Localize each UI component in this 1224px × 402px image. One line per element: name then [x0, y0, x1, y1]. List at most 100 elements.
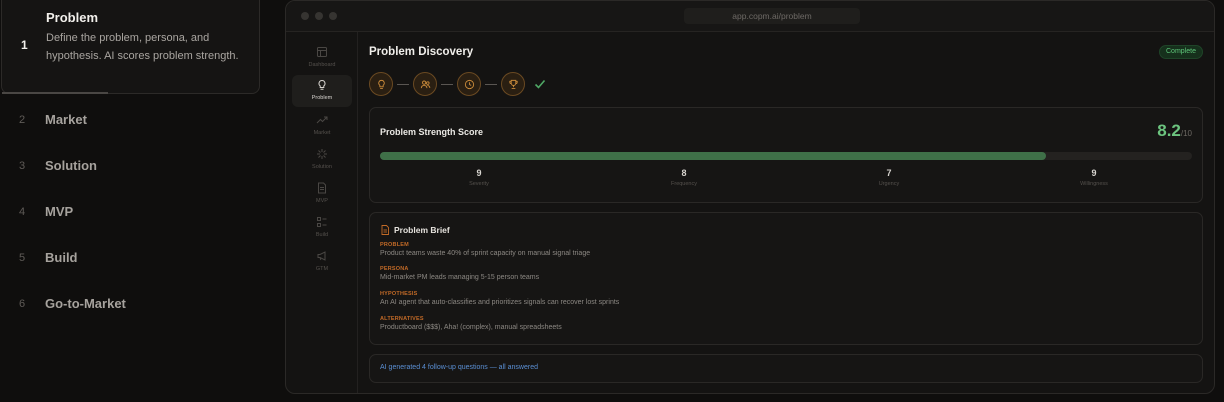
metric-label: Willingness — [1080, 181, 1108, 187]
nav-item-solution[interactable]: Solution — [292, 144, 352, 176]
metric-value: 9 — [476, 168, 482, 178]
brief-section-problem: PROBLEM Product teams waste 40% of sprin… — [380, 242, 590, 257]
stage-persona[interactable] — [413, 72, 437, 96]
stage-idea[interactable] — [369, 72, 393, 96]
dashboard-icon — [317, 47, 327, 57]
address-bar[interactable]: app.copm.ai/problem — [684, 8, 860, 24]
brief-value: Productboard ($$$), Aha! (complex), manu… — [380, 324, 562, 331]
score-number: 8.2 — [1157, 121, 1181, 140]
step-mvp[interactable]: 4 MVP — [0, 201, 262, 225]
main-content: Problem Discovery Complete Problem Stren… — [359, 32, 1214, 393]
list-icon — [317, 217, 327, 227]
nav-item-mvp[interactable]: MVP — [292, 178, 352, 210]
problem-brief-card: Problem Brief PROBLEM Product teams wast… — [369, 212, 1203, 345]
brief-key: ALTERNATIVES — [380, 316, 424, 322]
nav-label: GTM — [315, 266, 329, 272]
window-close-dot[interactable] — [301, 12, 309, 20]
ai-followup-text: AI generated 4 follow-up questions — all… — [380, 364, 538, 371]
clock-icon — [464, 79, 475, 90]
brief-key: PERSONA — [380, 266, 409, 272]
users-icon — [420, 80, 431, 89]
metric-value: 7 — [886, 168, 892, 178]
browser-titlebar: app.copm.ai/problem — [286, 1, 1214, 32]
step-market[interactable]: 2 Market — [0, 109, 262, 133]
score-bar-track — [380, 152, 1192, 160]
problem-strength-card: Problem Strength Score 8.2/10 9 Severity… — [369, 107, 1203, 203]
step-number: 1 — [21, 38, 28, 52]
stage-score[interactable] — [501, 72, 525, 96]
step-number: 5 — [19, 252, 26, 264]
nav-item-dashboard[interactable]: Dashboard — [292, 42, 352, 74]
metric-frequency: 8 Frequency — [624, 168, 744, 187]
metric-value: 8 — [681, 168, 687, 178]
brief-key: PROBLEM — [380, 242, 409, 248]
check-icon — [534, 79, 546, 89]
brief-section-hypothesis: HYPOTHESIS An AI agent that auto-classif… — [380, 291, 619, 306]
document-icon — [318, 182, 326, 194]
brief-key: HYPOTHESIS — [380, 291, 418, 297]
trophy-icon — [509, 79, 518, 89]
metric-label: Frequency — [671, 181, 697, 187]
step-label: Solution — [45, 158, 97, 173]
app-sidebar: Dashboard Problem Market Solution MVP Bu… — [286, 32, 358, 393]
step-label: Go-to-Market — [45, 296, 126, 311]
page-title: Problem Discovery — [369, 46, 474, 58]
step-list: 1 Problem Define the problem, persona, a… — [0, 0, 262, 402]
brief-value: Product teams waste 40% of sprint capaci… — [380, 250, 591, 257]
score-title: Problem Strength Score — [380, 127, 484, 137]
step-label: Build — [45, 250, 78, 265]
nav-label: Solution — [312, 164, 332, 170]
trend-icon — [316, 116, 328, 124]
step-number: 4 — [19, 206, 26, 218]
stage-timing[interactable] — [457, 72, 481, 96]
step-label: Market — [45, 112, 87, 127]
lightbulb-icon — [378, 79, 385, 89]
step-label: MVP — [45, 204, 74, 219]
metric-severity: 9 Severity — [419, 168, 539, 187]
brief-section-alternatives: ALTERNATIVES Productboard ($$$), Aha! (c… — [380, 316, 562, 331]
status-badge: Complete — [1159, 45, 1203, 59]
nav-label: MVP — [316, 198, 328, 204]
nav-item-problem[interactable]: Problem — [292, 75, 352, 107]
step-build[interactable]: 5 Build — [0, 247, 262, 271]
nav-label: Problem — [311, 95, 333, 101]
metric-label: Severity — [469, 181, 489, 187]
megaphone-icon — [317, 251, 326, 261]
step-description: Define the problem, persona, and hypothe… — [46, 32, 239, 62]
score-max: /10 — [1180, 129, 1192, 138]
nav-label: Build — [315, 232, 329, 238]
step-title: Problem — [46, 10, 99, 25]
nav-label: Dashboard — [308, 62, 336, 68]
browser-window: app.copm.ai/problem Dashboard Problem Ma… — [285, 0, 1215, 394]
metric-urgency: 7 Urgency — [829, 168, 949, 187]
step-problem[interactable]: 1 Problem Define the problem, persona, a… — [1, 0, 260, 94]
score-bar-fill — [380, 152, 1046, 160]
metric-willingness: 9 Willingness — [1034, 168, 1154, 187]
document-icon — [381, 225, 389, 235]
stage-connector — [441, 84, 453, 85]
brief-section-persona: PERSONA Mid-market PM leads managing 5-1… — [380, 266, 539, 281]
brief-value: Mid-market PM leads managing 5-15 person… — [380, 274, 540, 281]
brief-title: Problem Brief — [394, 225, 450, 235]
nav-label: Market — [313, 130, 331, 136]
stage-connector — [485, 84, 497, 85]
step-number: 3 — [19, 160, 26, 172]
window-minimize-dot[interactable] — [315, 12, 323, 20]
step-number: 2 — [19, 114, 26, 126]
step-go-to-market[interactable]: 6 Go-to-Market — [0, 293, 262, 317]
step-progress-bar — [2, 92, 108, 94]
nav-item-gtm[interactable]: GTM — [292, 246, 352, 278]
lightbulb-icon — [318, 79, 326, 90]
brief-value: An AI agent that auto-classifies and pri… — [380, 299, 620, 306]
ai-followup-card[interactable]: AI generated 4 follow-up questions — all… — [369, 354, 1203, 383]
window-maximize-dot[interactable] — [329, 12, 337, 20]
step-number: 6 — [19, 298, 26, 310]
metric-label: Urgency — [878, 181, 900, 187]
page: 1 Problem Define the problem, persona, a… — [0, 0, 1224, 402]
nav-item-build[interactable]: Build — [292, 212, 352, 244]
stage-connector — [397, 84, 409, 85]
score-value: 8.2/10 — [1157, 121, 1192, 141]
sparkle-icon — [317, 149, 327, 159]
step-solution[interactable]: 3 Solution — [0, 155, 262, 179]
nav-item-market[interactable]: Market — [292, 110, 352, 142]
